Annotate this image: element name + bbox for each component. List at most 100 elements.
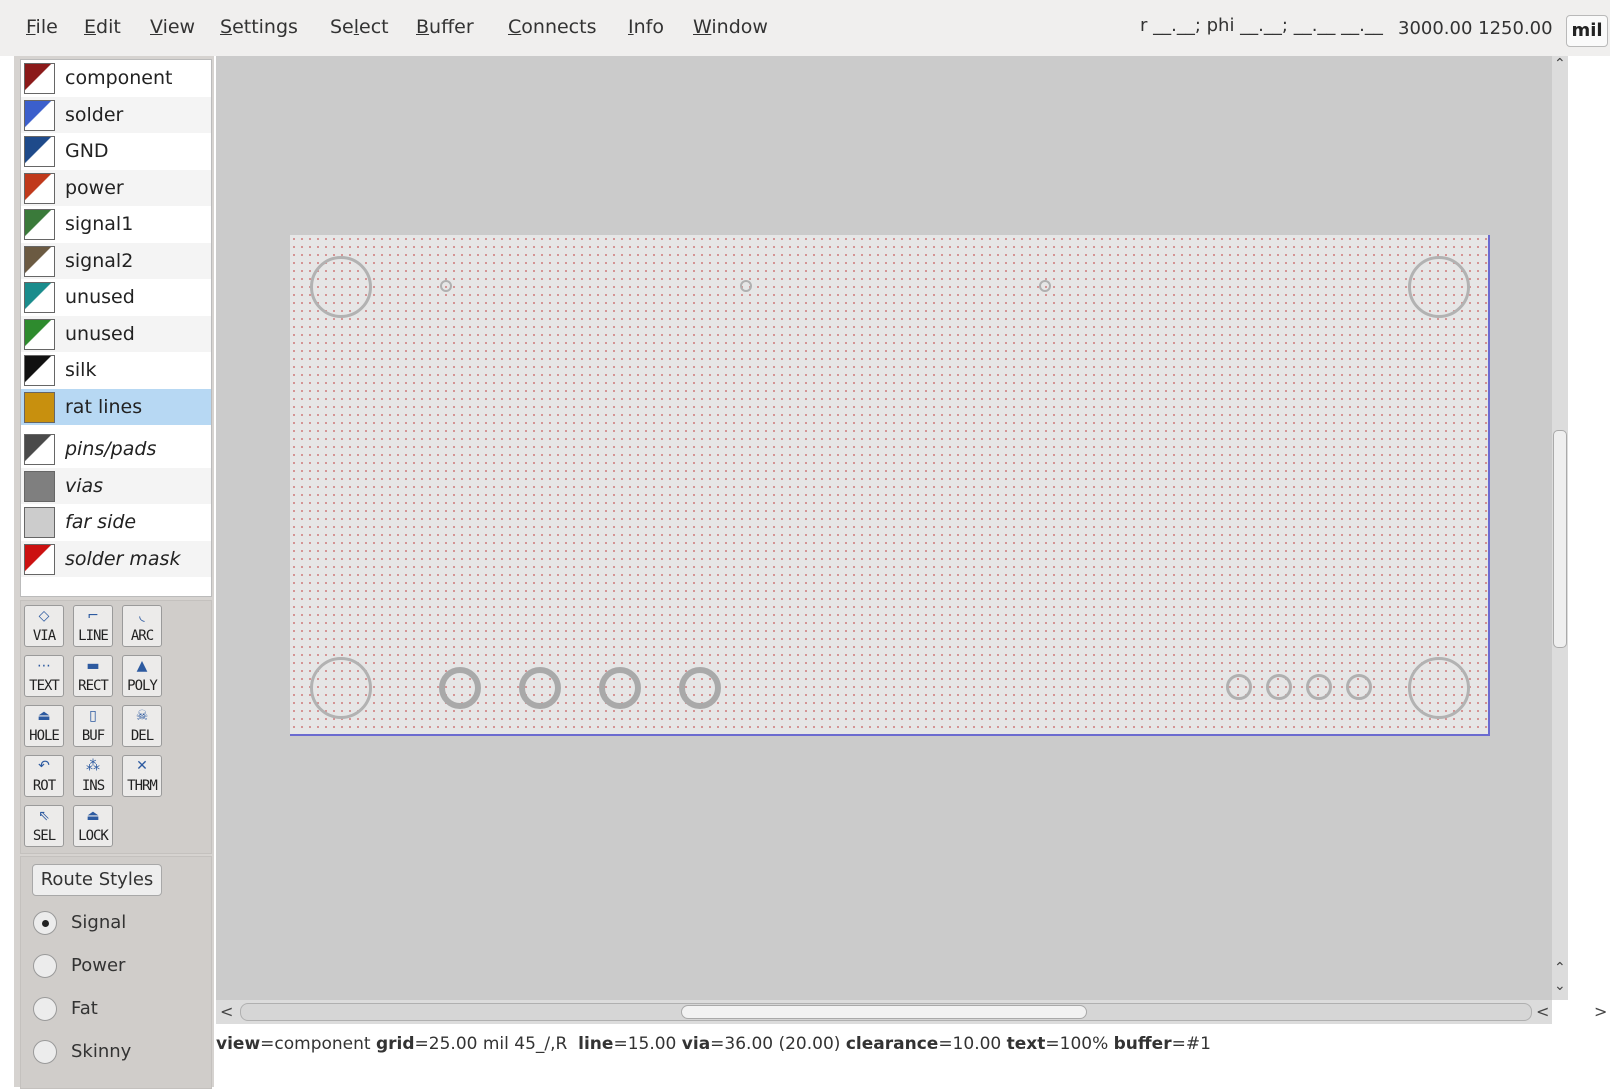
layer-color-swatch[interactable] <box>24 99 55 131</box>
layer-row[interactable]: far side <box>21 504 211 540</box>
layer-row[interactable]: solder <box>21 96 211 133</box>
scroll-left-icon[interactable]: < <box>1536 1002 1549 1021</box>
pin-pad[interactable] <box>439 667 481 709</box>
layer-color-swatch[interactable] <box>24 282 55 313</box>
scroll-left-icon[interactable]: < <box>220 1002 233 1021</box>
tool-poly-button[interactable]: ▲ POLY <box>122 655 162 697</box>
scroll-right-icon[interactable]: > <box>1594 1002 1607 1021</box>
radio-button[interactable] <box>33 911 57 935</box>
radio-button[interactable] <box>33 997 57 1021</box>
unit-toggle-button[interactable]: mil <box>1566 15 1608 47</box>
layer-row[interactable]: unused <box>21 279 211 315</box>
rotate-icon: ↶ <box>38 758 50 774</box>
layer-label: far side <box>65 511 137 533</box>
vertical-scrollbar[interactable]: ⌃ ⌃ ⌄ <box>1552 56 1568 1000</box>
pin-pad[interactable] <box>519 667 561 709</box>
layer-color-swatch[interactable] <box>24 172 55 204</box>
layer-row[interactable]: unused <box>21 315 211 352</box>
tool-text-button[interactable]: ⋯ TEXT <box>24 655 64 697</box>
scroll-up-icon[interactable]: ⌃ <box>1554 56 1566 72</box>
small-pad[interactable] <box>1306 674 1332 700</box>
small-via[interactable] <box>740 280 752 292</box>
layer-color-swatch[interactable] <box>24 209 55 240</box>
radio-button[interactable] <box>33 954 57 978</box>
menu-item[interactable]: Info <box>628 16 664 38</box>
radio-button[interactable] <box>33 1040 57 1064</box>
route-style-option-power[interactable]: Power <box>33 951 203 981</box>
menu-item-text: onnects <box>521 16 597 38</box>
layer-color-swatch[interactable] <box>24 245 55 277</box>
layer-color-swatch[interactable] <box>24 318 55 350</box>
scroll-down-icon[interactable]: ⌄ <box>1554 978 1566 994</box>
layer-color-swatch[interactable] <box>24 543 55 575</box>
layer-color-swatch[interactable] <box>24 136 55 167</box>
layer-color-swatch[interactable] <box>24 355 55 386</box>
layer-row[interactable]: signal1 <box>21 206 211 242</box>
pin-pad[interactable] <box>599 667 641 709</box>
tool-label: VIA <box>32 628 56 644</box>
horizontal-scrollbar[interactable]: < < <box>216 1000 1552 1024</box>
small-pad[interactable] <box>1266 674 1292 700</box>
scroll-up-icon[interactable]: ⌃ <box>1554 960 1566 976</box>
menu-item[interactable]: File <box>26 16 58 38</box>
pcb-canvas[interactable] <box>216 56 1552 1000</box>
status-grid-key: grid <box>375 1034 415 1054</box>
tool-sel-button[interactable]: ⇖ SEL <box>24 805 64 847</box>
layer-color-swatch[interactable] <box>24 391 55 423</box>
pin-pad[interactable] <box>679 667 721 709</box>
layer-row[interactable]: pins/pads <box>21 431 211 467</box>
tool-arc-button[interactable]: ◟ ARC <box>122 605 162 647</box>
horizontal-scroll-thumb[interactable] <box>681 1005 1087 1019</box>
menu-item[interactable]: Edit <box>84 16 121 38</box>
small-via[interactable] <box>440 280 452 292</box>
tool-del-button[interactable]: ☠ DEL <box>122 705 162 747</box>
mounting-hole[interactable] <box>310 256 372 318</box>
layer-color-swatch[interactable] <box>24 434 55 465</box>
small-via[interactable] <box>1039 280 1051 292</box>
mounting-hole[interactable] <box>1408 657 1470 719</box>
layer-row[interactable]: rat lines <box>21 388 211 425</box>
layer-color-swatch[interactable] <box>24 507 55 538</box>
layer-row[interactable]: power <box>21 169 211 206</box>
horizontal-scroll-track[interactable] <box>240 1003 1532 1021</box>
layer-label: component <box>65 67 173 89</box>
tool-thrm-button[interactable]: ✕ THRM <box>122 755 162 797</box>
menu-item-text: W <box>693 16 712 38</box>
layer-row[interactable]: component <box>21 60 211 96</box>
tool-rot-button[interactable]: ↶ ROT <box>24 755 64 797</box>
mounting-hole[interactable] <box>310 657 372 719</box>
status-via-key: via <box>681 1034 711 1054</box>
small-pad[interactable] <box>1226 674 1252 700</box>
layer-color-swatch[interactable] <box>24 470 55 502</box>
menu-item[interactable]: Window <box>693 16 768 38</box>
tool-ins-button[interactable]: ⁂ INS <box>73 755 113 797</box>
mounting-hole[interactable] <box>1408 256 1470 318</box>
tool-line-button[interactable]: ⌐ LINE <box>73 605 113 647</box>
vertical-scroll-thumb[interactable] <box>1553 430 1567 648</box>
layer-row[interactable]: GND <box>21 133 211 169</box>
layer-row[interactable]: signal2 <box>21 242 211 279</box>
layer-row[interactable]: solder mask <box>21 540 211 577</box>
layer-label: signal1 <box>65 213 134 235</box>
layer-row[interactable]: silk <box>21 352 211 388</box>
tool-hole-button[interactable]: ⏏ HOLE <box>24 705 64 747</box>
small-pad[interactable] <box>1346 674 1372 700</box>
tool-rect-button[interactable]: ▬ RECT <box>73 655 113 697</box>
menu-item-text: S <box>220 16 233 38</box>
pcb-board[interactable] <box>290 235 1490 736</box>
tool-lock-button[interactable]: ⏏ LOCK <box>73 805 113 847</box>
layer-color-swatch[interactable] <box>24 63 55 94</box>
layer-row[interactable]: vias <box>21 467 211 504</box>
route-style-option-signal[interactable]: Signal <box>33 908 203 938</box>
route-styles-button[interactable]: Route Styles <box>32 864 162 896</box>
layer-label: solder <box>65 103 124 126</box>
route-style-option-skinny[interactable]: Skinny <box>33 1037 203 1067</box>
tool-via-button[interactable]: ◇ VIA <box>24 605 64 647</box>
tool-buf-button[interactable]: ▯ BUF <box>73 705 113 747</box>
menu-item[interactable]: Select <box>330 16 389 38</box>
menu-item[interactable]: Connects <box>508 16 596 38</box>
menu-item[interactable]: View <box>150 16 195 38</box>
menu-item[interactable]: Settings <box>220 16 298 38</box>
route-style-option-fat[interactable]: Fat <box>33 994 203 1024</box>
menu-item[interactable]: Buffer <box>416 16 474 38</box>
